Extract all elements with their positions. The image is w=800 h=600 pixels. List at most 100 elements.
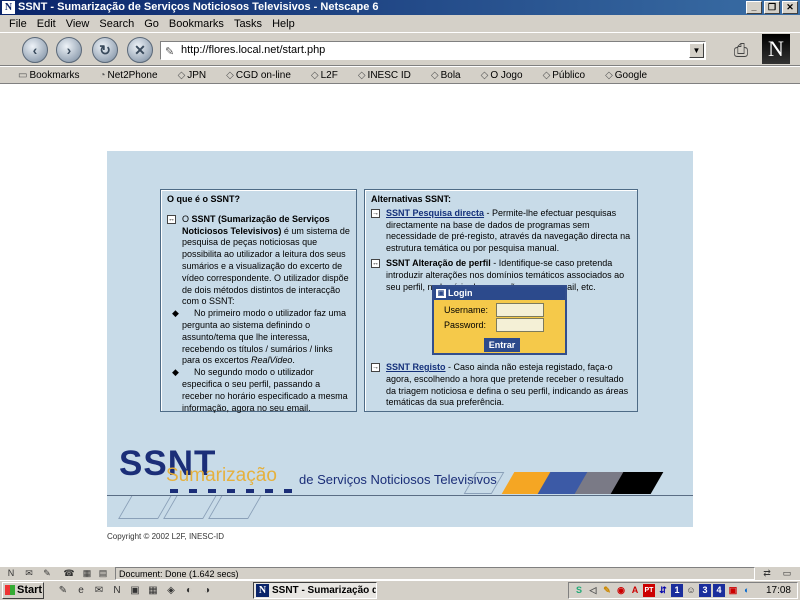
tray-acrobat-icon[interactable]: A [629, 584, 641, 597]
quicklaunch-netscape-icon[interactable]: N [110, 584, 124, 597]
bookmark-inesc[interactable]: ◇ INESC ID [358, 70, 421, 81]
tray-network-icon[interactable]: ⇵ [657, 584, 669, 597]
quicklaunch-ie-icon[interactable]: e [74, 584, 88, 597]
tray-app-icon[interactable]: S [573, 584, 585, 597]
bookmark-l2f[interactable]: ◇ L2F [311, 70, 348, 81]
quicklaunch-app-icon[interactable]: ◈ [164, 584, 178, 597]
menu-help[interactable]: Help [272, 18, 295, 30]
entrar-button[interactable]: Entrar [484, 338, 520, 352]
tray-desktop-1[interactable]: 1 [671, 584, 683, 597]
arrow-bullet-icon: ↔ [371, 258, 380, 268]
quicklaunch-edit-icon[interactable]: ✎ [56, 584, 70, 597]
about-mode-1: ◆ No primeiro modo o utilizador faz uma p… [172, 308, 347, 366]
password-field[interactable] [496, 318, 544, 332]
bookmark-publico[interactable]: ◇ Público [543, 70, 596, 81]
menu-go[interactable]: Go [144, 18, 159, 30]
about-mode-2: ◆ No segundo modo o utilizador especifica… [172, 367, 348, 413]
netscape-throbber-logo[interactable]: N [762, 34, 790, 64]
window-title: SSNT - Sumarização de Serviços Noticioso… [18, 1, 379, 13]
diamond-bullet-icon: ◆ [172, 308, 179, 319]
logo-dot [189, 489, 197, 493]
bookmark-icon: ◇ [310, 69, 319, 81]
aim-icon[interactable]: ▦ [80, 568, 94, 579]
tray-volume-icon[interactable]: ◁ [587, 584, 599, 597]
close-icon[interactable]: ✕ [782, 1, 798, 14]
quicklaunch-outlook-icon[interactable]: ✉ [92, 584, 106, 597]
bookmark-ojogo[interactable]: ◇ O Jogo [481, 70, 533, 81]
menu-file[interactable]: File [9, 18, 27, 30]
logo-dot [227, 489, 235, 493]
quicklaunch-media-icon[interactable]: ◐ [182, 584, 196, 597]
logo-dot [265, 489, 273, 493]
system-tray: S ◁ ✎ ◉ A PT ⇵ 1 ☺ 3 4 ▣ ◐ 17:08 [568, 582, 798, 599]
netscape-task-icon: N [256, 584, 269, 597]
bookmark-icon: ◇ [605, 69, 613, 81]
bookmark-google[interactable]: ◇ Google [605, 70, 657, 81]
logo-subtitle: de Serviços Noticiosos Televisivos [299, 472, 497, 487]
address-book-icon[interactable]: ☎ [62, 568, 76, 579]
quicklaunch-media-icon[interactable]: ◑ [200, 584, 214, 597]
back-icon[interactable]: ‹ [22, 37, 48, 63]
stop-icon[interactable]: ✕ [127, 37, 153, 63]
url-dropdown-icon[interactable]: ▼ [689, 43, 704, 58]
about-title: O que é o SSNT? [167, 194, 241, 204]
tray-app-icon[interactable]: ▣ [727, 584, 739, 597]
menu-edit[interactable]: Edit [37, 18, 56, 30]
username-field[interactable] [496, 303, 544, 317]
url-input[interactable]: ✎ http://flores.local.net/start.php ▼ [160, 41, 706, 60]
menu-view[interactable]: View [66, 18, 90, 30]
print-icon[interactable]: ⎙ [728, 39, 754, 61]
tray-desktop-4[interactable]: 4 [713, 584, 725, 597]
navigation-toolbar: ‹ › ↻ ✕ ▸ ✎ http://flores.local.net/star… [0, 32, 800, 66]
alt-pesquisa: → SSNT Pesquisa directa - Permite-lhe efe… [371, 207, 631, 254]
logo-dot [246, 489, 254, 493]
password-label: Password: [444, 320, 487, 330]
logo-sumarizacao: Sumarização [166, 465, 277, 486]
footer-divider [107, 495, 693, 496]
netscape-app-icon: N [2, 1, 15, 14]
composer-icon[interactable]: ✎ [40, 568, 54, 579]
login-header: ▣ Login [434, 287, 565, 300]
bookmark-jpn[interactable]: ◇ JPN [178, 70, 217, 81]
login-box: ▣ Login Username: Password: Entrar [432, 285, 567, 355]
menu-bookmarks[interactable]: Bookmarks [169, 18, 224, 30]
logo-dot [284, 489, 292, 493]
task-ssnt-window[interactable]: N SSNT - Sumarização d... [253, 582, 377, 599]
tray-chat-icon[interactable]: ☺ [685, 584, 697, 597]
menu-tasks[interactable]: Tasks [234, 18, 262, 30]
tray-app-icon[interactable]: ◉ [615, 584, 627, 597]
pesquisa-directa-link[interactable]: SSNT Pesquisa directa [386, 208, 484, 218]
quicklaunch-window-icon[interactable]: ▣ [128, 584, 142, 597]
bookmarks-menu[interactable]: ▭ Bookmarks [18, 70, 89, 81]
bookmark-icon: ◇ [357, 69, 366, 81]
tray-language-icon[interactable]: PT [643, 584, 655, 597]
username-label: Username: [444, 305, 489, 315]
arrow-bullet-icon: → [371, 363, 380, 372]
quicklaunch-app-icon[interactable]: ▦ [146, 584, 160, 597]
security-icon[interactable]: N [4, 568, 18, 579]
bookmarks-toolbar: ▭ Bookmarks ◔ Net2Phone ◇ JPN ◇ CGD on-line … [0, 67, 800, 84]
bookmark-icon: ◇ [177, 69, 186, 81]
bookmark-cgd[interactable]: ◇ CGD on-line [226, 70, 301, 81]
bookmark-bola[interactable]: ◇ Bola [431, 70, 471, 81]
tray-tool-icon[interactable]: ✎ [601, 584, 613, 597]
logo-dot [170, 489, 178, 493]
start-button[interactable]: Start [2, 582, 44, 599]
bookmark-net2phone[interactable]: ◔ Net2Phone [99, 70, 167, 81]
registo-link[interactable]: SSNT Registo [386, 362, 446, 372]
minimize-icon[interactable]: _ [746, 1, 762, 14]
menu-search[interactable]: Search [99, 18, 134, 30]
status-text: Document: Done (1.642 secs) [115, 567, 755, 580]
maximize-icon[interactable]: ❐ [764, 1, 780, 14]
lock-icon: ▭ [782, 568, 792, 578]
forward-icon[interactable]: › [56, 37, 82, 63]
windows-logo-icon [5, 585, 15, 595]
reload-icon[interactable]: ↻ [92, 37, 118, 63]
status-bar: N ✉ ✎ ☎ ▦ ▤ Document: Done (1.642 secs) … [0, 566, 800, 580]
mail-icon[interactable]: ✉ [22, 568, 36, 579]
tray-desktop-3[interactable]: 3 [699, 584, 711, 597]
tray-media-icon[interactable]: ◐ [741, 584, 753, 597]
login-title: Login [448, 288, 473, 298]
taskbar-clock: 17:08 [765, 585, 791, 596]
net2phone-icon: ◔ [99, 69, 106, 81]
